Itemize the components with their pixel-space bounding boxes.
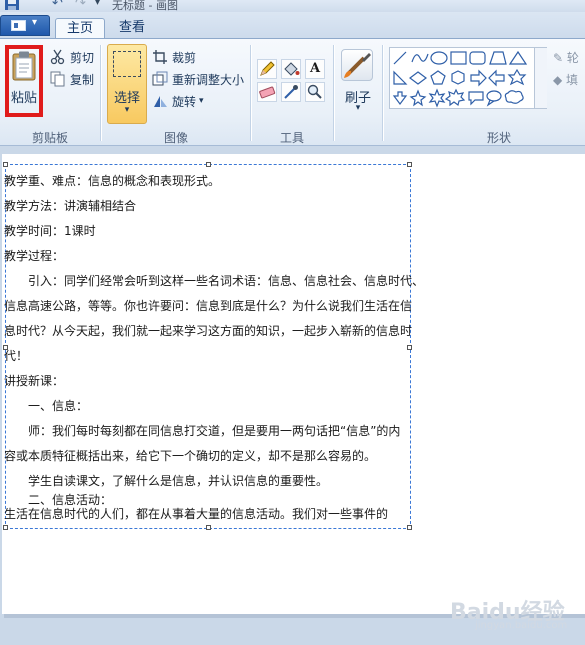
eyedropper-icon	[284, 85, 298, 99]
shape-fill-button[interactable]: ◆ 填	[553, 71, 578, 88]
copy-icon	[50, 71, 66, 87]
text-line: 教学重、难点：信息的概念和表现形式。	[4, 174, 221, 188]
magnifier-icon	[307, 84, 322, 99]
select-label: 选择	[113, 91, 140, 106]
brushes-button[interactable]	[341, 49, 373, 81]
select-button[interactable]: 选择 ▾	[107, 44, 147, 124]
group-divider	[333, 45, 335, 141]
group-divider	[382, 45, 384, 141]
text-line: 教学过程：	[4, 249, 65, 263]
text-line: 讲授新课：	[4, 374, 65, 388]
redo-icon[interactable]: ↷	[75, 0, 86, 11]
pencil-tool[interactable]	[257, 59, 277, 79]
shape-outline-button[interactable]: ✎ 轮	[553, 49, 579, 66]
text-line: 息时代？从今天起，我们就一起来学习这方面的知识，一起步入崭新的信息时	[4, 324, 413, 338]
chevron-down-icon: ▾	[199, 96, 204, 106]
fill-tool[interactable]	[281, 59, 301, 79]
group-label-shapes: 形状	[486, 131, 511, 145]
text-line: 引入：同学们经常会听到这样一些名词术语：信息、信息社会、信息时代、	[28, 274, 425, 288]
watermark-url: jingyan.baidu.com	[475, 620, 568, 631]
cut-label: 剪切	[70, 50, 95, 65]
shapes-gallery-scrollbar[interactable]	[534, 48, 547, 108]
resize-icon	[152, 71, 168, 87]
cut-button[interactable]: 剪切	[50, 47, 94, 67]
paint-bucket-icon	[284, 62, 300, 76]
text-line: 一、信息：	[28, 399, 89, 413]
app-menu-button[interactable]: ▾	[0, 15, 50, 36]
chevron-down-icon: ▾	[355, 103, 361, 113]
resize-handle[interactable]	[407, 162, 412, 167]
rotate-label: 旋转	[172, 94, 197, 109]
eraser-tool[interactable]	[257, 82, 277, 102]
text-line: 代！	[4, 349, 29, 363]
resize-handle[interactable]	[407, 525, 412, 530]
crop-icon	[152, 49, 168, 65]
resize-label: 重新调整大小	[172, 72, 245, 87]
rotate-button[interactable]: 旋转 ▾	[152, 91, 204, 111]
resize-handle[interactable]	[3, 162, 8, 167]
document-icon	[11, 20, 26, 31]
resize-button[interactable]: 重新调整大小	[152, 69, 244, 89]
shapes-icons	[392, 50, 528, 108]
qat-customize-icon[interactable]: ▾	[95, 0, 100, 8]
text-line: 生活在信息时代的人们，都在从事着大量的信息活动。我们对一些事件的	[4, 507, 389, 521]
tab-view[interactable]: 查看	[107, 18, 157, 38]
scissors-icon	[50, 49, 66, 65]
text-line: 容或本质特征概括出来，给它下一个确切的定义，却不是那么容易的。	[4, 449, 377, 463]
shape-outline-label: 轮	[566, 51, 579, 65]
resize-handle[interactable]	[3, 525, 8, 530]
brush-icon	[344, 53, 371, 78]
canvas-area[interactable]: 教学重、难点：信息的概念和表现形式。 教学方法：讲演辅相结合 教学时间：1课时 …	[0, 146, 585, 645]
copy-button[interactable]: 复制	[50, 69, 94, 89]
text-line: 教学时间：1课时	[4, 224, 96, 238]
ribbon: 粘贴 剪切 复制 剪贴板 选择 ▾ 裁剪 重新调整大小 旋转 ▾ 图像 A 工具…	[0, 38, 585, 146]
tab-home[interactable]: 主页	[55, 18, 105, 38]
text-tool[interactable]: A	[305, 59, 325, 79]
crop-label: 裁剪	[172, 50, 197, 65]
resize-handle[interactable]	[206, 162, 211, 167]
group-label-image: 图像	[163, 131, 188, 145]
shape-fill-label: 填	[566, 73, 579, 87]
group-divider	[250, 45, 252, 141]
text-line: 师：我们每时每刻都在同信息打交道，但是要用一两句话把“信息”的内	[28, 424, 401, 438]
shapes-gallery[interactable]	[389, 47, 547, 109]
group-divider	[100, 45, 102, 141]
save-icon[interactable]	[5, 0, 19, 10]
text-line: 学生自读课文，了解什么是信息，并认识信息的重要性。	[28, 474, 329, 488]
copy-label: 复制	[70, 72, 95, 87]
magnifier-tool[interactable]	[305, 82, 325, 102]
group-label-clipboard: 剪贴板	[31, 131, 68, 145]
group-label-tools: 工具	[279, 131, 304, 145]
resize-handle[interactable]	[206, 525, 211, 530]
undo-icon[interactable]: ↶	[52, 0, 63, 11]
chevron-down-icon: ▾	[32, 17, 38, 28]
crop-button[interactable]: 裁剪	[152, 47, 196, 67]
eraser-icon	[259, 86, 276, 99]
window-title: 无标题 - 画图	[112, 0, 178, 12]
rotate-icon	[152, 93, 168, 109]
pencil-icon	[260, 61, 275, 76]
tab-row: ▾ 主页 查看	[0, 12, 585, 38]
chevron-down-icon: ▾	[124, 105, 130, 115]
title-bar: ↶ ↷ ▾ 无标题 - 画图	[0, 0, 585, 12]
selection-rect-icon	[113, 51, 141, 77]
text-line: 二、信息活动：	[28, 493, 113, 507]
pasted-text: 教学重、难点：信息的概念和表现形式。 教学方法：讲演辅相结合 教学时间：1课时 …	[4, 169, 425, 522]
paste-icon[interactable]	[12, 51, 36, 81]
color-picker-tool[interactable]	[281, 82, 301, 102]
paste-button[interactable]: 粘贴	[8, 87, 40, 106]
canvas[interactable]: 教学重、难点：信息的概念和表现形式。 教学方法：讲演辅相结合 教学时间：1课时 …	[2, 154, 585, 614]
text-line: 教学方法：讲演辅相结合	[4, 199, 137, 213]
text-line: 信息高速公路，等等。你也许要问：信息到底是什么？为什么说我们生活在信	[4, 299, 413, 313]
